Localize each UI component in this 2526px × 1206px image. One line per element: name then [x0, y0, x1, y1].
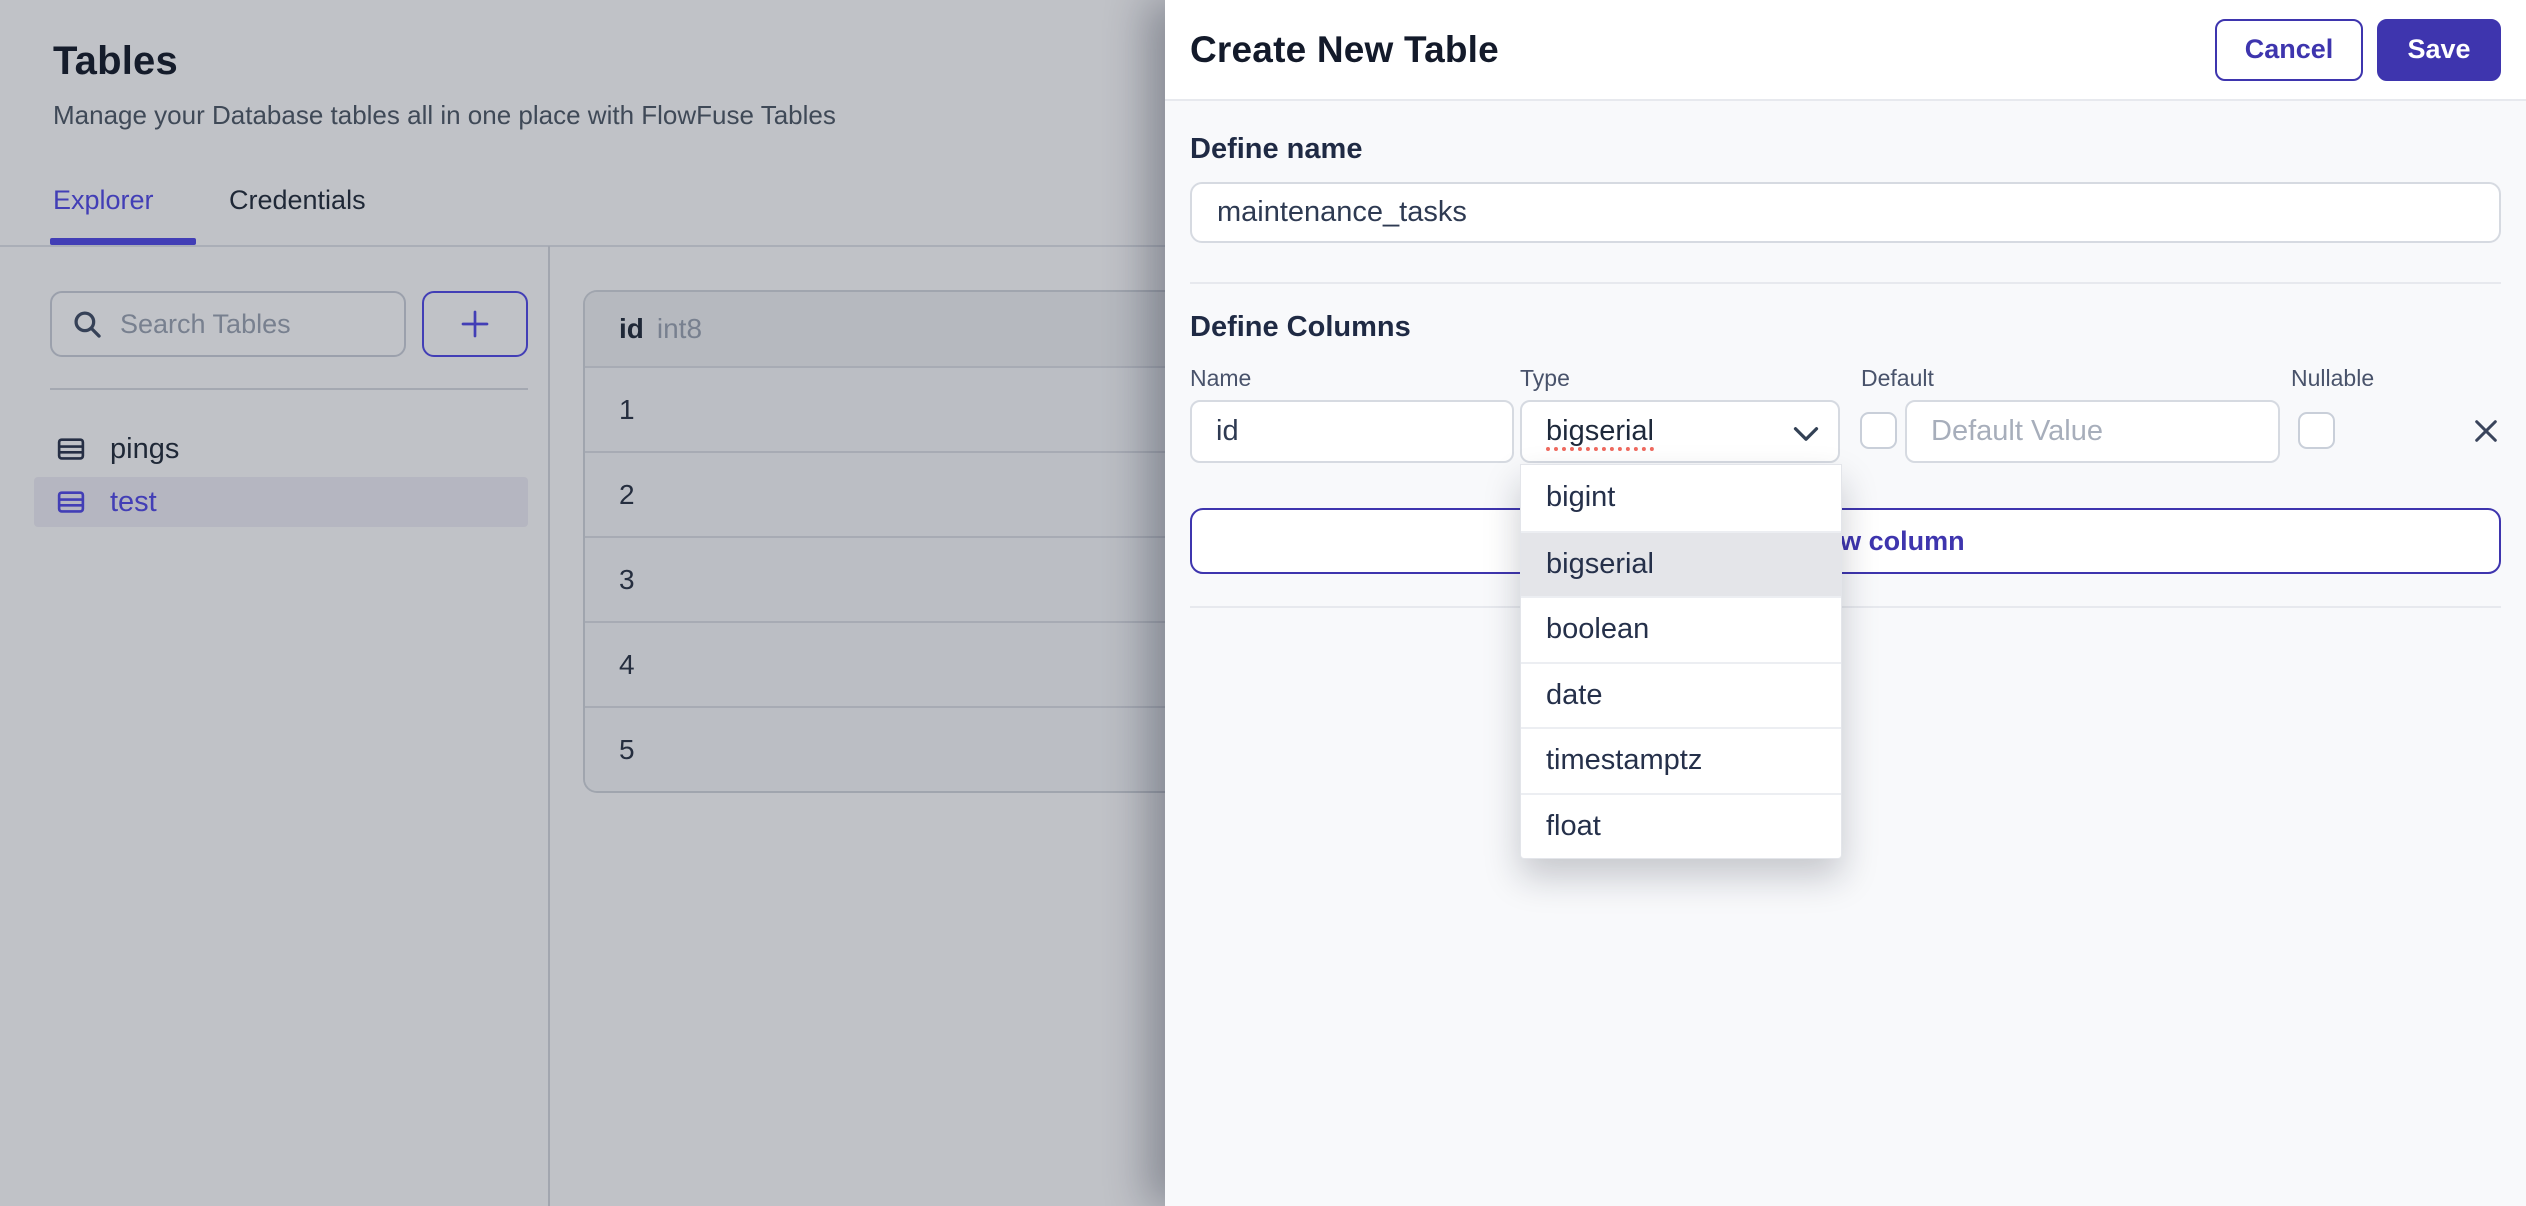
table-name-input[interactable] — [1190, 182, 2501, 243]
create-table-drawer: Create New Table Cancel Save Define name… — [1165, 0, 2526, 1206]
column-type-select[interactable]: bigserial — [1520, 400, 1840, 463]
dropdown-option-boolean[interactable]: boolean — [1521, 596, 1841, 662]
dropdown-option-bigint[interactable]: bigint — [1521, 465, 1841, 531]
app-window: Tables Manage your Database tables all i… — [0, 0, 2526, 1206]
column-header-name: Name — [1190, 365, 1252, 391]
remove-column-button[interactable] — [2466, 411, 2506, 451]
define-columns-area: Name Type Default Nullable bigserial — [1190, 365, 2501, 859]
nullable-checkbox[interactable] — [2298, 412, 2335, 449]
column-header-default: Default — [1861, 365, 1934, 391]
default-value-input[interactable] — [1905, 400, 2280, 463]
column-type-value: bigserial — [1546, 415, 1654, 447]
add-column-button[interactable]: + Add new column — [1190, 508, 2501, 574]
drawer-body: Define name Define Columns Name Type Def… — [1165, 101, 2526, 1206]
chevron-down-icon — [1793, 427, 1819, 441]
cancel-button[interactable]: Cancel — [2215, 18, 2363, 81]
dropdown-option-float[interactable]: float — [1521, 792, 1841, 859]
type-dropdown-menu: bigint bigserial boolean date timestampt… — [1520, 464, 1842, 859]
default-checkbox[interactable] — [1860, 412, 1897, 449]
drawer-title: Create New Table — [1190, 28, 1499, 70]
drawer-header: Create New Table Cancel Save — [1165, 0, 2526, 101]
drawer-actions: Cancel Save — [2215, 18, 2501, 81]
dropdown-option-bigserial[interactable]: bigserial — [1521, 530, 1841, 596]
column-header-type: Type — [1520, 365, 1570, 391]
columns-bottom-divider — [1190, 606, 2501, 608]
define-name-label: Define name — [1190, 133, 1363, 165]
dropdown-option-date[interactable]: date — [1521, 661, 1841, 728]
section-divider — [1190, 282, 2501, 284]
close-icon — [2475, 420, 2497, 442]
dropdown-option-timestamptz[interactable]: timestamptz — [1521, 727, 1841, 793]
save-button[interactable]: Save — [2377, 18, 2501, 81]
define-columns-label: Define Columns — [1190, 311, 1411, 343]
column-name-input[interactable] — [1190, 400, 1514, 463]
column-header-nullable: Nullable — [2291, 365, 2375, 391]
